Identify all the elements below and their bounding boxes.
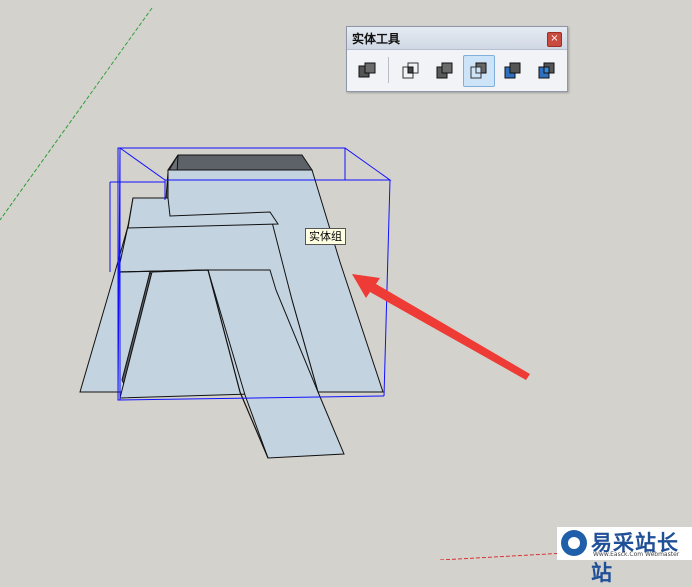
close-button[interactable]: × xyxy=(547,32,562,47)
green-axis-line xyxy=(0,7,153,221)
close-icon: × xyxy=(550,33,559,44)
trim-icon xyxy=(504,62,521,79)
toolbar-title: 实体工具 xyxy=(352,32,401,46)
solid-group[interactable] xyxy=(79,154,384,459)
subtract-button[interactable] xyxy=(463,55,495,87)
toolbar-titlebar[interactable]: 实体工具 × xyxy=(347,27,567,50)
union-button[interactable] xyxy=(429,55,461,87)
trim-button[interactable] xyxy=(497,55,529,87)
back-top-dark-face xyxy=(167,154,313,171)
split-icon xyxy=(538,62,555,79)
split-button[interactable] xyxy=(531,55,563,87)
watermark-subtext: Www.Easck.Com Webmaster xyxy=(593,551,680,558)
toolbar-separator xyxy=(388,57,389,83)
outer-shell-button[interactable] xyxy=(351,55,383,87)
solid-group-tooltip: 实体组 xyxy=(305,228,346,245)
outer-shell-icon xyxy=(358,62,376,78)
watermark: 易采站长站 Www.Easck.Com Webmaster xyxy=(557,527,692,585)
union-icon xyxy=(436,62,453,79)
site-logo-icon xyxy=(561,530,587,556)
subtract-icon xyxy=(470,62,487,79)
intersect-icon xyxy=(402,62,419,79)
annotation-arrow xyxy=(352,274,530,380)
intersect-button[interactable] xyxy=(395,55,427,87)
solid-tools-toolbar[interactable]: 实体工具 × xyxy=(346,26,568,92)
